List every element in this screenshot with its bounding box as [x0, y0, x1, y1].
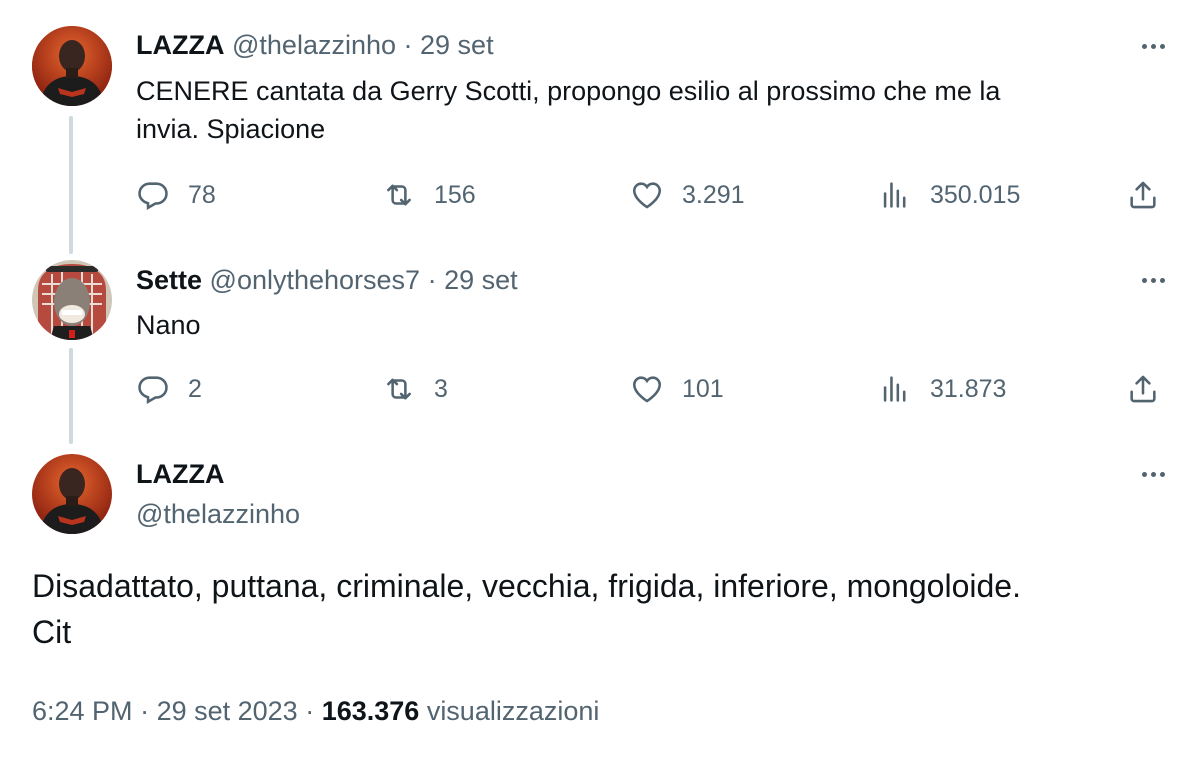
- separator: ·: [396, 30, 421, 60]
- more-icon[interactable]: [1136, 464, 1170, 484]
- tweet-text-line: Cit: [32, 614, 72, 650]
- like-count: 101: [682, 374, 724, 403]
- tweet-header: LAZZA @thelazzinho · 29 set: [136, 29, 494, 61]
- retweet-button[interactable]: 3: [382, 369, 448, 409]
- like-button[interactable]: 3.291: [630, 175, 745, 215]
- action-bar: 2 3 101 31.873: [136, 369, 1166, 409]
- retweet-icon: [387, 184, 411, 206]
- avatar-lazza[interactable]: [32, 26, 112, 106]
- views-total: 163.376: [321, 696, 420, 726]
- tweet-text-line: invia. Spiacione: [136, 114, 326, 144]
- tweet-full-date[interactable]: 29 set 2023: [157, 696, 298, 726]
- more-icon[interactable]: [1136, 270, 1170, 290]
- retweet-count: 156: [434, 180, 476, 209]
- tweet-text: Disadattato, puttana, criminale, vecchia…: [32, 563, 1172, 655]
- views-count: 31.873: [930, 374, 1007, 403]
- like-count: 3.291: [682, 180, 745, 209]
- display-name[interactable]: Sette: [136, 265, 202, 295]
- retweet-icon: [387, 378, 411, 400]
- handle[interactable]: @thelazzinho: [136, 498, 300, 530]
- reply-count: 78: [188, 180, 216, 209]
- reply-button[interactable]: 2: [136, 369, 202, 409]
- share-button[interactable]: [1126, 369, 1160, 409]
- reply-count: 2: [188, 374, 202, 403]
- retweet-button[interactable]: 156: [382, 175, 476, 215]
- display-name[interactable]: LAZZA: [136, 458, 224, 490]
- avatar-sette[interactable]: [32, 260, 112, 340]
- share-button[interactable]: [1126, 175, 1160, 215]
- reply-icon: [138, 376, 168, 404]
- heart-icon: [632, 182, 662, 209]
- tweet-timestamp-row: 6:24 PM · 29 set 2023 · 163.376 visualiz…: [32, 694, 599, 728]
- views-button[interactable]: 350.015: [878, 175, 1020, 215]
- tweet-time[interactable]: 6:24 PM: [32, 696, 133, 726]
- more-icon[interactable]: [1136, 36, 1170, 56]
- handle[interactable]: @thelazzinho: [232, 30, 396, 60]
- tweet-text-line: Disadattato, puttana, criminale, vecchia…: [32, 568, 1021, 604]
- reply-icon: [138, 182, 168, 210]
- action-bar: 78 156 3.291 350.015: [136, 175, 1166, 215]
- reply-button[interactable]: 78: [136, 175, 216, 215]
- separator: ·: [297, 696, 322, 726]
- retweet-count: 3: [434, 374, 448, 403]
- views-button[interactable]: 31.873: [878, 369, 1006, 409]
- views-label: visualizzazioni: [426, 696, 600, 726]
- like-button[interactable]: 101: [630, 369, 724, 409]
- tweet-text-line: CENERE cantata da Gerry Scotti, propongo…: [136, 76, 1001, 106]
- tweet-lazza[interactable]: LAZZA @thelazzinho · 29 set CENERE canta…: [0, 0, 1192, 250]
- tweet-date[interactable]: 29 set: [444, 265, 518, 295]
- tweet-text: Nano: [136, 306, 1146, 344]
- tweet-sette[interactable]: Sette @onlythehorses7 · 29 set Nano 2 3 …: [0, 250, 1192, 446]
- tweet-text-line: Nano: [136, 310, 201, 340]
- separator: ·: [132, 696, 157, 726]
- handle[interactable]: @onlythehorses7: [210, 265, 421, 295]
- avatar-lazza[interactable]: [32, 454, 112, 534]
- heart-icon: [632, 376, 662, 403]
- views-icon: [883, 376, 906, 402]
- share-icon: [1130, 181, 1156, 209]
- tweet-header: Sette @onlythehorses7 · 29 set: [136, 264, 518, 296]
- tweet-text: CENERE cantata da Gerry Scotti, propongo…: [136, 72, 1146, 148]
- tweet-date[interactable]: 29 set: [420, 30, 494, 60]
- views-icon: [883, 182, 906, 208]
- views-count: 350.015: [930, 180, 1021, 209]
- separator: ·: [420, 265, 445, 295]
- share-icon: [1130, 375, 1156, 403]
- display-name[interactable]: LAZZA: [136, 30, 224, 60]
